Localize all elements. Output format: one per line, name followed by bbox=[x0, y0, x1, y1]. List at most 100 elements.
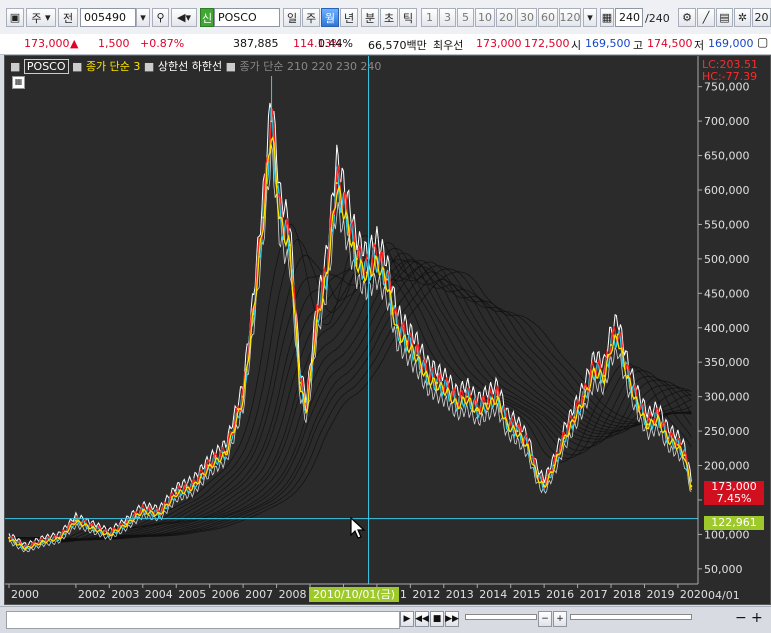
market-select[interactable]: 주 ▾ bbox=[26, 8, 56, 27]
speed-slider[interactable] bbox=[465, 614, 537, 620]
zoom-in-button-1[interactable]: + bbox=[553, 611, 567, 627]
interval-120-button[interactable]: 120 bbox=[559, 8, 581, 27]
data-point bbox=[125, 523, 128, 526]
interval-5-button[interactable]: 5 bbox=[457, 8, 474, 27]
save-icon[interactable]: ▤ bbox=[716, 8, 733, 27]
legend-square-icon-4: ■ bbox=[225, 60, 236, 73]
trade-amount: 66,570백만 bbox=[368, 39, 427, 52]
table-view-icon[interactable]: ▦ bbox=[12, 76, 25, 89]
count-grid-icon[interactable]: ▦ bbox=[600, 8, 614, 27]
period-month-button[interactable]: 월 bbox=[321, 8, 339, 27]
data-point bbox=[355, 257, 358, 260]
fast-forward-button[interactable]: ▶▶ bbox=[445, 611, 459, 627]
upper-band-lines bbox=[8, 102, 692, 553]
window-menu-icon[interactable]: ▣ bbox=[6, 8, 24, 27]
draw-tool-icon[interactable]: ╱ bbox=[697, 8, 715, 27]
legend-stock-name[interactable]: POSCO bbox=[23, 59, 69, 74]
y-tick-label: 700,000 bbox=[704, 115, 750, 128]
x-tick-label: 2015 bbox=[513, 588, 541, 601]
settings-gear-icon[interactable]: ✲ bbox=[734, 8, 751, 27]
ribbon-line bbox=[9, 268, 692, 540]
corner-menu[interactable]: 20 bbox=[752, 8, 771, 27]
data-point bbox=[563, 436, 566, 439]
code-dropdown-icon[interactable]: ▾ bbox=[136, 8, 150, 27]
axes: 50,000100,000150,000200,000250,000300,00… bbox=[5, 56, 750, 601]
low-label: 저 bbox=[694, 39, 705, 52]
legend-ribbon[interactable]: 종가 단순 210 220 230 240 bbox=[239, 60, 381, 73]
data-point bbox=[208, 464, 211, 467]
period-second-button[interactable]: 초 bbox=[380, 8, 398, 27]
data-point bbox=[74, 519, 77, 522]
legend-upper-band[interactable]: 상한선 bbox=[158, 60, 188, 73]
market-all-button[interactable]: 전 bbox=[58, 8, 78, 27]
zoom-out-button-2[interactable]: − bbox=[735, 610, 747, 626]
x-tick-label: 2013 bbox=[446, 588, 474, 601]
data-point bbox=[506, 423, 509, 426]
zoom-in-button-2[interactable]: + bbox=[751, 610, 763, 626]
price-chart-canvas[interactable]: 50,000100,000150,000200,000250,000300,00… bbox=[5, 56, 770, 604]
data-point bbox=[41, 540, 44, 543]
count-input[interactable]: 240 bbox=[615, 8, 643, 27]
y-tick-label: 100,000 bbox=[704, 528, 750, 541]
stop-button[interactable]: ■ bbox=[430, 611, 444, 627]
data-point bbox=[225, 450, 228, 453]
interval-30-button[interactable]: 30 bbox=[517, 8, 537, 27]
data-point bbox=[252, 312, 255, 315]
period-day-button[interactable]: 일 bbox=[283, 8, 301, 27]
legend-lower-band[interactable]: 하한선 bbox=[192, 60, 222, 73]
data-point bbox=[656, 416, 659, 419]
collapse-icon[interactable]: ▢ bbox=[757, 35, 768, 49]
y-tick-label: 300,000 bbox=[704, 391, 750, 404]
period-year-button[interactable]: 년 bbox=[340, 8, 358, 27]
interval-20-button[interactable]: 20 bbox=[496, 8, 516, 27]
x-tick-label: 2008 bbox=[279, 588, 307, 601]
data-point bbox=[406, 340, 409, 343]
data-point bbox=[426, 374, 429, 377]
interval-dropdown-icon[interactable]: ▾ bbox=[583, 8, 597, 27]
y-tick-label: 50,000 bbox=[704, 563, 743, 576]
data-point bbox=[288, 244, 291, 247]
price-chart[interactable]: 50,000100,000150,000200,000250,000300,00… bbox=[4, 55, 771, 605]
data-point bbox=[610, 343, 613, 346]
price-change: 1,500 bbox=[98, 37, 130, 50]
interval-10-button[interactable]: 10 bbox=[475, 8, 495, 27]
data-point bbox=[593, 368, 596, 371]
period-tick-button[interactable]: 틱 bbox=[399, 8, 417, 27]
y-tick-label: 450,000 bbox=[704, 287, 750, 300]
legend-ma-item[interactable]: 종가 단순 3 bbox=[86, 60, 140, 73]
interval-1-button[interactable]: 1 bbox=[421, 8, 438, 27]
play-button[interactable]: ▶ bbox=[400, 611, 414, 627]
zoom-out-button-1[interactable]: − bbox=[538, 611, 552, 627]
interval-60-button[interactable]: 60 bbox=[538, 8, 558, 27]
best-quote-label: 최우선 bbox=[433, 39, 464, 52]
y-tick-label: 600,000 bbox=[704, 184, 750, 197]
indicator-icon[interactable]: ⚙ bbox=[678, 8, 696, 27]
speaker-icon[interactable]: ◀▾ bbox=[171, 8, 197, 27]
data-point bbox=[676, 443, 679, 446]
interval-3-button[interactable]: 3 bbox=[439, 8, 456, 27]
x-tick-label: 2003 bbox=[111, 588, 139, 601]
data-point bbox=[8, 536, 10, 539]
up-arrow-icon: ▲ bbox=[70, 37, 79, 50]
horizontal-scrollbar[interactable] bbox=[6, 611, 400, 629]
ma-line-2 bbox=[8, 136, 692, 551]
x-tick-label: 2020 bbox=[680, 588, 708, 601]
search-icon[interactable]: ⚲ bbox=[152, 8, 169, 27]
data-point bbox=[536, 474, 539, 477]
chart-legend: ■ POSCO ■ 종가 단순 3 ■ 상한선 하한선 ■ 종가 단순 210 … bbox=[10, 58, 381, 74]
data-point bbox=[395, 326, 398, 329]
period-minute-button[interactable]: 분 bbox=[361, 8, 379, 27]
last-price-tag-pct: 7.45% bbox=[716, 492, 752, 505]
period-week-button[interactable]: 주 bbox=[302, 8, 320, 27]
low-price: 169,000 bbox=[708, 37, 754, 50]
x-tick-label: 2002 bbox=[78, 588, 106, 601]
rewind-button[interactable]: ◀◀ bbox=[415, 611, 429, 627]
data-point bbox=[666, 436, 669, 439]
data-point bbox=[242, 395, 245, 398]
data-point bbox=[91, 526, 94, 529]
data-point bbox=[175, 492, 178, 495]
stock-name-field[interactable]: POSCO bbox=[214, 8, 280, 27]
range-slider[interactable] bbox=[570, 614, 692, 620]
stock-code-input[interactable]: 005490 bbox=[80, 8, 136, 27]
y-tick-label: 200,000 bbox=[704, 460, 750, 473]
